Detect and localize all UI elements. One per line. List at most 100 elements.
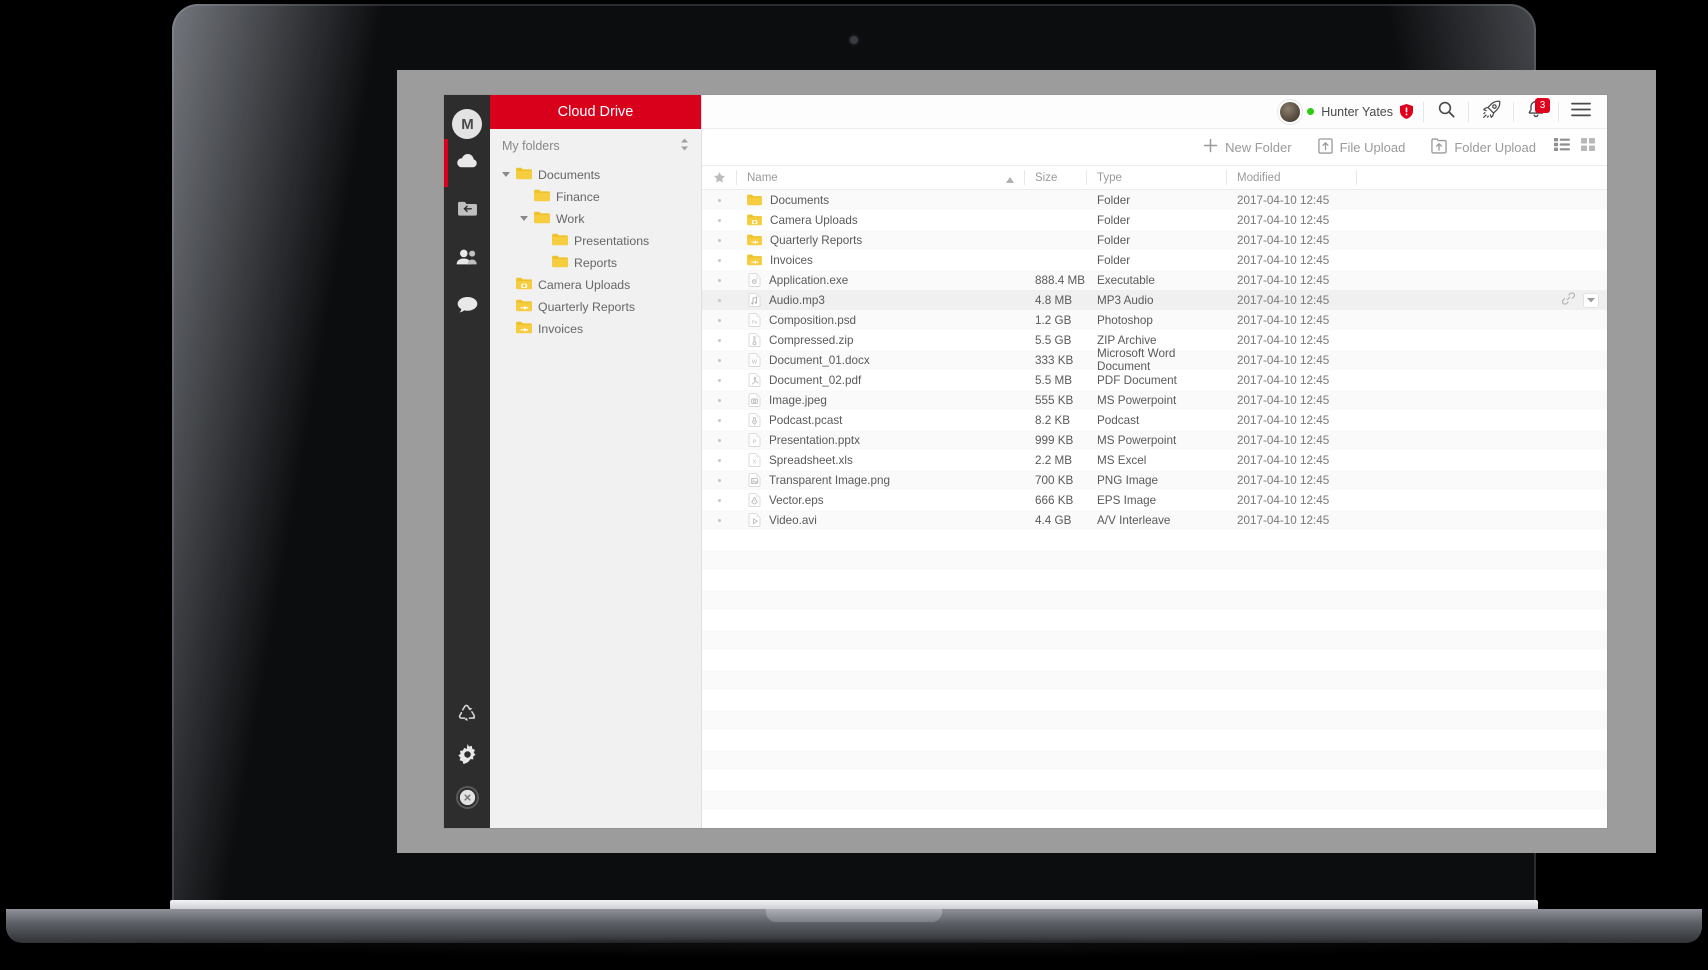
file-upload-button[interactable]: File Upload (1305, 129, 1419, 165)
row-star-toggle[interactable] (702, 198, 736, 202)
cell-name[interactable]: Invoices (736, 253, 1024, 267)
cell-name[interactable]: Quarterly Reports (736, 233, 1024, 247)
row-star-toggle[interactable] (702, 258, 736, 262)
column-header-name[interactable]: Name (736, 165, 1024, 190)
rail-item-chat[interactable] (444, 283, 490, 331)
row-star-toggle[interactable] (702, 438, 736, 442)
row-star-toggle[interactable] (702, 238, 736, 242)
cell-name[interactable]: W Document_01.docx (736, 353, 1024, 367)
search-button[interactable] (1424, 95, 1468, 129)
cell-name[interactable]: Vector.eps (736, 493, 1024, 507)
gear-icon[interactable] (457, 744, 478, 770)
cell-name[interactable]: X Spreadsheet.xls (736, 453, 1024, 467)
empty-row (702, 530, 1607, 550)
notifications-button[interactable]: 3 (1514, 95, 1558, 129)
my-folders-header[interactable]: My folders (490, 129, 701, 162)
list-view-icon (1554, 138, 1570, 156)
recycle-icon[interactable] (457, 704, 477, 728)
table-row[interactable]: Application.exe 888.4 MB Executable 2017-04… (702, 270, 1607, 290)
row-more-button[interactable] (1583, 292, 1599, 308)
table-row[interactable]: W Document_01.docx 333 KB Microsoft Word Do… (702, 347, 1607, 373)
table-row[interactable]: Audio.mp3 4.8 MB MP3 Audio 2017-04-10 12:45 (702, 290, 1607, 310)
row-star-toggle[interactable] (702, 358, 736, 362)
column-header-modified[interactable]: Modified (1226, 165, 1356, 190)
folder-icon (534, 189, 550, 205)
table-row[interactable]: Vector.eps 666 KB EPS Image 2017-04-10 12:4… (702, 490, 1607, 510)
cell-name[interactable]: Podcast.pcast (736, 413, 1024, 427)
row-star-toggle[interactable] (702, 498, 736, 502)
file-name-label: Camera Uploads (770, 213, 858, 227)
row-star-toggle[interactable] (702, 418, 736, 422)
table-row[interactable]: Ps Composition.psd 1.2 GB Photoshop 2017-04-… (702, 310, 1607, 330)
shield-alert-icon[interactable] (1400, 104, 1413, 119)
table-row[interactable]: Documents Folder 2017-04-10 12:45 (702, 190, 1607, 210)
row-star-toggle[interactable] (702, 318, 736, 322)
row-star-toggle[interactable] (702, 398, 736, 402)
sort-updown-icon[interactable] (680, 138, 689, 153)
column-header-size[interactable]: Size (1024, 165, 1086, 190)
cell-name[interactable]: Document_02.pdf (736, 373, 1024, 387)
folder-tree-item[interactable]: Reports (490, 252, 701, 274)
table-row[interactable]: Transparent Image.png 700 KB PNG Image 2017… (702, 470, 1607, 490)
row-star-toggle[interactable] (702, 218, 736, 222)
table-row[interactable]: X Spreadsheet.xls 2.2 MB MS Excel 2017-04-10… (702, 450, 1607, 470)
cell-name[interactable]: Image.jpeg (736, 393, 1024, 407)
grid-view-button[interactable] (1575, 129, 1601, 165)
table-row[interactable]: Video.avi 4.4 GB A/V Interleave 2017-04-10 … (702, 510, 1607, 530)
rail-item-contacts[interactable] (444, 235, 490, 283)
row-star-toggle[interactable] (702, 278, 736, 282)
row-star-toggle[interactable] (702, 478, 736, 482)
folder-tree-item[interactable]: Finance (490, 186, 701, 208)
column-header-star[interactable] (702, 165, 736, 190)
cell-name[interactable]: Video.avi (736, 513, 1024, 527)
cell-name[interactable]: Audio.mp3 (736, 293, 1024, 307)
cell-name[interactable]: P Presentation.pptx (736, 433, 1024, 447)
folder-tree-item[interactable]: Work (490, 208, 701, 230)
column-header-type[interactable]: Type (1086, 165, 1226, 190)
folder-tree-item[interactable]: Documents (490, 164, 701, 186)
table-row[interactable]: Invoices Folder 2017-04-10 12:45 (702, 250, 1607, 270)
file-name-label: Audio.mp3 (769, 293, 825, 307)
upgrade-button[interactable] (1469, 95, 1513, 129)
row-star-toggle[interactable] (702, 378, 736, 382)
rail-item-inbox[interactable] (444, 187, 490, 235)
list-view-button[interactable] (1549, 129, 1575, 165)
row-star-toggle[interactable] (702, 518, 736, 522)
webcam-icon (850, 36, 858, 44)
new-folder-button[interactable]: New Folder (1190, 129, 1304, 165)
table-row[interactable]: Image.jpeg 555 KB MS Powerpoint 2017-04-10 … (702, 390, 1607, 410)
cell-name[interactable]: Transparent Image.png (736, 473, 1024, 487)
folder-tree: Documents Finance Work Presentations Rep… (490, 162, 701, 340)
mega-logo-icon[interactable]: M (452, 109, 482, 139)
shared-folder-icon (747, 233, 762, 247)
link-icon[interactable] (1562, 292, 1575, 308)
folder-tree-item-label: Work (556, 212, 585, 226)
cell-name[interactable]: Documents (736, 193, 1024, 207)
folder-upload-button[interactable]: Folder Upload (1418, 129, 1549, 165)
folder-tree-item[interactable]: Quarterly Reports (490, 296, 701, 318)
row-star-toggle[interactable] (702, 298, 736, 302)
cell-name[interactable]: Ps Composition.psd (736, 313, 1024, 327)
avatar[interactable] (1280, 101, 1301, 122)
cell-name[interactable]: Camera Uploads (736, 213, 1024, 227)
menu-button[interactable] (1559, 95, 1603, 129)
psd-file-icon: Ps (747, 313, 761, 327)
row-star-toggle[interactable] (702, 458, 736, 462)
rail-item-cloud-drive[interactable] (444, 139, 490, 187)
cell-modified: 2017-04-10 12:45 (1237, 233, 1330, 247)
chevron-down-icon[interactable] (500, 169, 512, 181)
cell-name[interactable]: Compressed.zip (736, 333, 1024, 347)
cell-name[interactable]: Application.exe (736, 273, 1024, 287)
account-circle-icon[interactable] (455, 786, 479, 814)
table-row[interactable]: Document_02.pdf 5.5 MB PDF Document 2017-04… (702, 370, 1607, 390)
table-row[interactable]: P Presentation.pptx 999 KB MS Powerpoint 201… (702, 430, 1607, 450)
table-row[interactable]: Camera Uploads Folder 2017-04-10 12:45 (702, 210, 1607, 230)
row-star-toggle[interactable] (702, 338, 736, 342)
table-row[interactable]: Podcast.pcast 8.2 KB Podcast 2017-04-10 12:… (702, 410, 1607, 430)
folder-tree-item[interactable]: Camera Uploads (490, 274, 701, 296)
user-block[interactable]: Hunter Yates (1280, 101, 1423, 122)
table-row[interactable]: Quarterly Reports Folder 2017-04-10 12:45 (702, 230, 1607, 250)
folder-tree-item[interactable]: Presentations (490, 230, 701, 252)
folder-tree-item[interactable]: Invoices (490, 318, 701, 340)
chevron-down-icon[interactable] (518, 213, 530, 225)
